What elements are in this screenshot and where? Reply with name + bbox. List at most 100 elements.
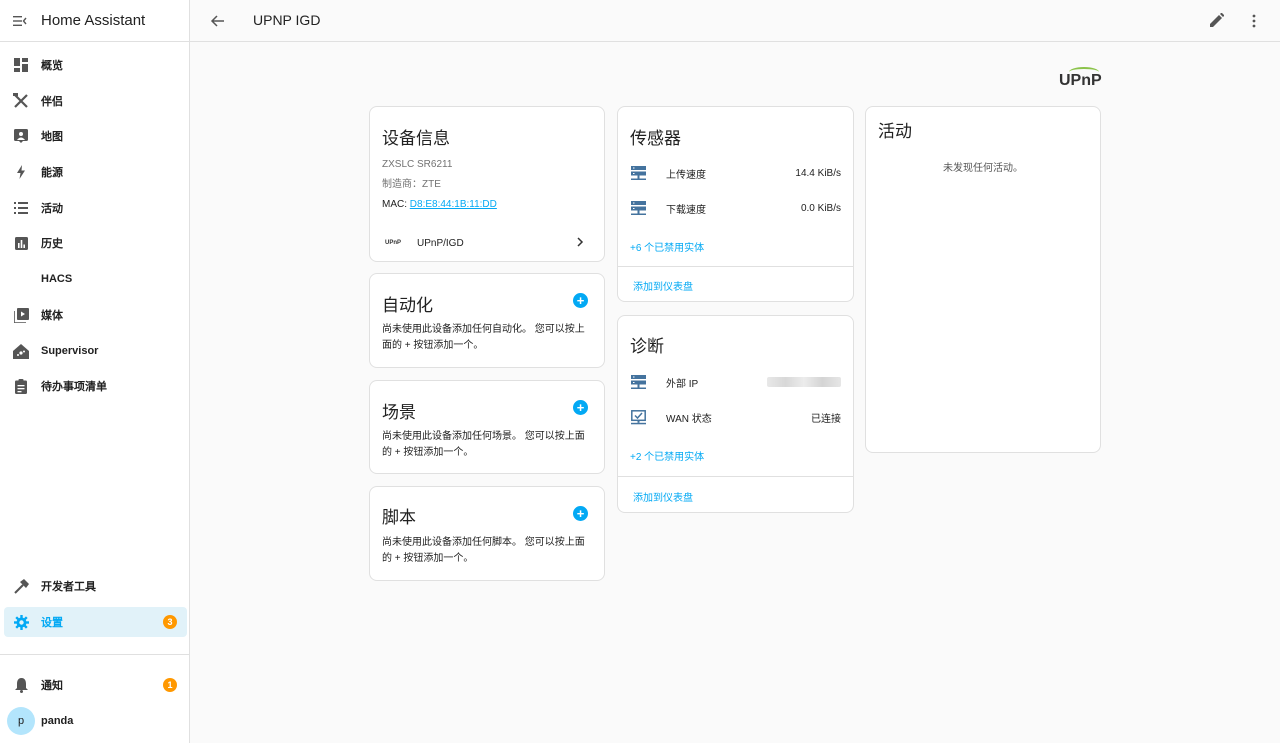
card-title: 脚本 (382, 508, 416, 527)
menu-collapse-icon[interactable] (13, 13, 29, 29)
card-title: 自动化 (382, 296, 433, 315)
script-card: 脚本 + 尚未使用此设备添加任何脚本。 您可以按上面的 + 按钮添加一个。 (369, 486, 605, 581)
sidebar-header: Home Assistant (0, 0, 189, 42)
sidebar-item-label: 开发者工具 (41, 581, 96, 593)
card-title: 传感器 (630, 129, 681, 148)
lightning-icon (13, 164, 29, 180)
sidebar-item-media[interactable]: 媒体 (4, 300, 187, 330)
diagnostic-name: WAN 状态 (666, 413, 712, 425)
sidebar-item-label: 活动 (41, 203, 63, 215)
sidebar-item-label: 能源 (41, 167, 63, 179)
integration-logo: UPnP (385, 240, 402, 246)
add-scene-button[interactable]: + (573, 400, 588, 415)
card-title: 场景 (382, 403, 416, 422)
sensor-name: 上传速度 (666, 169, 706, 181)
card-text: 尚未使用此设备添加任何脚本。 您可以按上面的 + 按钮添加一个。 (382, 537, 585, 564)
chevron-right-icon (576, 234, 584, 252)
server-network-icon (630, 200, 646, 216)
sidebar: Home Assistant 概览 伴侣 地图 能源 活动 历史 HACS 媒体… (0, 0, 190, 743)
chart-icon (13, 235, 29, 251)
sidebar-item-label: 地图 (41, 131, 63, 143)
server-network-icon (630, 374, 646, 390)
sidebar-item-label: Supervisor (41, 345, 99, 357)
card-footer: 添加到仪表盘 (618, 266, 853, 302)
hammer-icon (13, 578, 29, 594)
sensors-card: 传感器 上传速度 14.4 KiB/s 下载速度 0.0 KiB/s +6 个已… (617, 106, 854, 302)
pencil-icon[interactable] (1210, 12, 1226, 29)
device-manufacturer: 制造商：ZTE (382, 179, 441, 190)
sidebar-item-label: 通知 (41, 680, 63, 692)
card-title: 设备信息 (382, 129, 450, 148)
disabled-entities-link[interactable]: +2 个已禁用实体 (630, 448, 704, 463)
mac-row: MAC: D8:E8:44:1B:11:DD (382, 199, 497, 210)
sidebar-item-map[interactable]: 地图 (4, 121, 187, 151)
add-to-dashboard-button[interactable]: 添加到仪表盘 (633, 489, 693, 504)
integration-name: UPnP/IGD (417, 237, 464, 249)
tools-icon (13, 93, 29, 109)
diagnostic-row[interactable]: 外部 IP (630, 372, 841, 392)
device-info-card: 设备信息 ZXSLC SR6211 制造商：ZTE MAC: D8:E8:44:… (369, 106, 605, 262)
sidebar-item-notifications[interactable]: 通知 1 (4, 670, 187, 700)
sidebar-item-user[interactable]: p panda (4, 706, 187, 736)
logo-arc (1069, 67, 1099, 77)
diagnostics-card: 诊断 外部 IP WAN 状态 已连接 +2 个已禁用实体 添加到仪表盘 (617, 315, 854, 513)
sidebar-item-hacs[interactable]: HACS (4, 264, 187, 294)
server-network-icon (630, 165, 646, 181)
card-text: 尚未使用此设备添加任何场景。 您可以按上面的 + 按钮添加一个。 (382, 431, 585, 458)
sidebar-item-overview[interactable]: 概览 (4, 50, 187, 80)
add-to-dashboard-button[interactable]: 添加到仪表盘 (633, 278, 693, 293)
sidebar-item-label: HACS (41, 273, 73, 285)
list-icon (13, 200, 29, 216)
sidebar-item-companion[interactable]: 伴侣 (4, 86, 187, 116)
back-arrow-icon[interactable] (210, 13, 226, 29)
automation-card: 自动化 + 尚未使用此设备添加任何自动化。 您可以按上面的 + 按钮添加一个。 (369, 273, 605, 368)
card-title: 诊断 (630, 337, 664, 356)
mac-link[interactable]: D8:E8:44:1B:11:DD (410, 199, 497, 210)
dashboard-icon (13, 57, 29, 73)
card-title: 活动 (878, 122, 912, 141)
integration-row[interactable]: UPnP UPnP/IGD (370, 229, 604, 257)
card-footer: 添加到仪表盘 (618, 476, 853, 513)
disabled-entities-link[interactable]: +6 个已禁用实体 (630, 239, 704, 254)
bell-icon (13, 677, 29, 693)
upnp-logo: UPnP (1059, 67, 1102, 90)
sidebar-item-supervisor[interactable]: Supervisor (4, 336, 187, 366)
sidebar-item-label: 伴侣 (41, 96, 63, 108)
notifications-badge: 1 (163, 678, 177, 692)
sidebar-divider (0, 654, 190, 655)
activity-empty-text: 未发现任何活动。 (943, 163, 1023, 174)
app-title: Home Assistant (41, 12, 146, 29)
device-model: ZXSLC SR6211 (382, 159, 453, 170)
add-automation-button[interactable]: + (573, 293, 588, 308)
hacs-icon (13, 271, 29, 287)
sidebar-item-label: 历史 (41, 238, 63, 250)
diagnostic-row[interactable]: WAN 状态 已连接 (630, 407, 841, 427)
sidebar-item-label: 待办事项清单 (41, 381, 107, 393)
sidebar-item-energy[interactable]: 能源 (4, 157, 187, 187)
sidebar-item-label: 媒体 (41, 310, 63, 322)
activity-card: 活动 未发现任何活动。 (865, 106, 1101, 453)
clipboard-icon (13, 378, 29, 394)
add-script-button[interactable]: + (573, 506, 588, 521)
mac-label: MAC: (382, 199, 410, 210)
settings-badge: 3 (163, 615, 177, 629)
redacted-value (767, 377, 841, 387)
sidebar-item-developer-tools[interactable]: 开发者工具 (4, 571, 187, 601)
sensor-value: 14.4 KiB/s (795, 167, 841, 179)
more-vertical-icon[interactable] (1246, 13, 1262, 29)
diagnostic-value: 已连接 (811, 413, 841, 425)
home-assistant-icon (13, 343, 29, 359)
sidebar-item-logbook[interactable]: 活动 (4, 193, 187, 223)
map-icon (13, 128, 29, 144)
sidebar-item-label: 设置 (41, 617, 63, 629)
sidebar-item-settings[interactable]: 设置 3 (4, 607, 187, 637)
sidebar-item-label: 概览 (41, 60, 63, 72)
sensor-row[interactable]: 下载速度 0.0 KiB/s (630, 198, 841, 218)
sensor-row[interactable]: 上传速度 14.4 KiB/s (630, 163, 841, 183)
sensor-value: 0.0 KiB/s (800, 202, 841, 214)
media-icon (13, 307, 29, 323)
sidebar-item-todo[interactable]: 待办事项清单 (4, 371, 187, 401)
gear-icon (13, 614, 29, 630)
sidebar-item-history[interactable]: 历史 (4, 228, 187, 258)
user-name: panda (41, 715, 74, 727)
